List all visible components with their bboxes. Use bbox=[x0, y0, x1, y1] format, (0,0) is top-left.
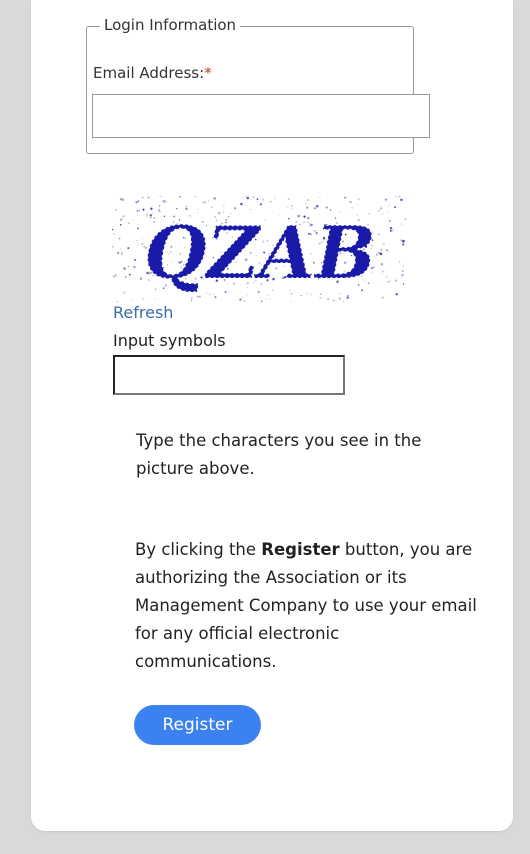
input-symbols-label: Input symbols bbox=[113, 331, 226, 350]
email-address-label-text: Email Address: bbox=[93, 64, 205, 82]
required-marker: * bbox=[204, 64, 212, 82]
email-address-label: Email Address:* bbox=[93, 62, 212, 84]
email-field[interactable] bbox=[92, 94, 430, 138]
consent-register-ref: Register bbox=[261, 540, 340, 559]
captcha-hint-text: Type the characters you see in the pictu… bbox=[136, 431, 422, 478]
login-information-legend: Login Information bbox=[100, 14, 241, 36]
register-button[interactable]: Register bbox=[134, 705, 261, 745]
consent-suffix: button, you are authorizing the Associat… bbox=[135, 540, 477, 671]
captcha-image: QZAB bbox=[112, 196, 406, 302]
consent-text: By clicking the Register button, you are… bbox=[135, 536, 485, 676]
consent-prefix: By clicking the bbox=[135, 540, 262, 559]
refresh-captcha-link[interactable]: Refresh bbox=[113, 302, 173, 324]
captcha-text: QZAB bbox=[144, 210, 376, 295]
captcha-input[interactable] bbox=[113, 355, 345, 395]
